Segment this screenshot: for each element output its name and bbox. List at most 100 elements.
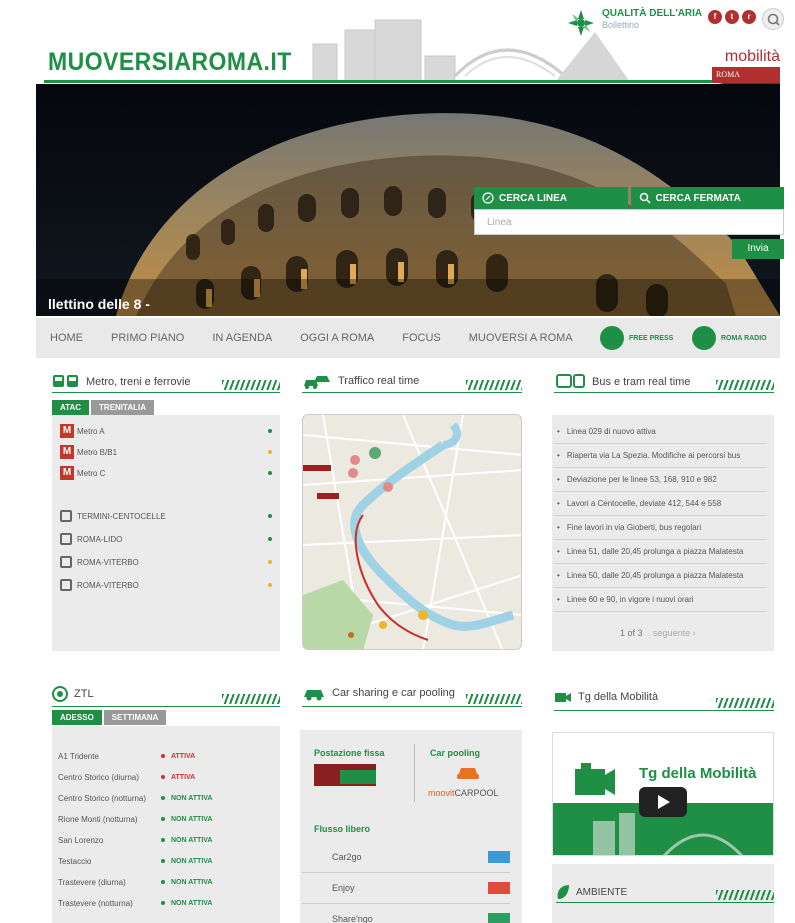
tab-settimana[interactable]: SETTIMANA xyxy=(103,710,167,725)
ztl-status-text: NON ATTIVA xyxy=(171,899,213,907)
ztl-status: NON ATTIVA xyxy=(161,858,212,865)
video-camera-icon xyxy=(555,693,571,702)
bus-news-list: Linea 029 di nuovo attivaRiaperta via La… xyxy=(554,420,766,612)
ztl-status-text: NON ATTIVA xyxy=(171,878,213,886)
nav-home[interactable]: HOME xyxy=(50,332,83,344)
bus-news-item[interactable]: Lavori a Centocelle, deviate 412, 544 e … xyxy=(554,492,766,516)
railway-row[interactable]: ROMA-LIDO xyxy=(60,533,272,545)
ztl-row[interactable]: Centro Storico (notturna) NON ATTIVA xyxy=(58,788,278,808)
moovit-carpool-logo[interactable]: moovitCARPOOL xyxy=(428,788,499,798)
nav-primo-piano[interactable]: PRIMO PIANO xyxy=(111,332,184,344)
carsharing-service-row[interactable]: Enjoy xyxy=(302,873,510,904)
metro-line-row[interactable]: M Metro A xyxy=(60,424,272,438)
ztl-zone-name: Rione Monti (notturna) xyxy=(58,814,138,824)
railway-row[interactable]: ROMA-VITERBO xyxy=(60,556,272,568)
pager-next-link[interactable]: seguente › xyxy=(653,628,696,638)
line-search-input[interactable]: Linea xyxy=(474,209,784,235)
ztl-row[interactable]: Trastevere (diurna) NON ATTIVA xyxy=(58,872,278,892)
bus-news-item[interactable]: Linee 60 e 90, in vigore i nuovi orari xyxy=(554,588,766,612)
ztl-section-title: ZTL xyxy=(74,688,94,700)
ambiente-section-title: AMBIENTE xyxy=(576,886,628,898)
bus-news-item[interactable]: Deviazione per le linee 53, 168, 910 e 9… xyxy=(554,468,766,492)
railway-label: TERMINI-CENTOCELLE xyxy=(77,511,166,521)
tab-trenitalia[interactable]: TRENITALIA xyxy=(91,400,154,415)
metro-tabs: ATAC TRENITALIA xyxy=(52,400,154,415)
submit-button[interactable]: Invia xyxy=(732,239,784,259)
status-dot xyxy=(268,560,272,564)
orange-car-icon xyxy=(457,768,479,779)
section-underline xyxy=(554,392,774,393)
carsharing-service-row[interactable]: Share'ngo xyxy=(302,904,510,923)
rss-icon[interactable]: r xyxy=(742,10,756,24)
metro-line-row[interactable]: M Metro C xyxy=(60,466,272,480)
air-quality-widget[interactable]: QUALITÀ DELL'ARIA Bollettino xyxy=(566,8,702,38)
ztl-icon xyxy=(52,686,68,702)
carsharing-logo-band xyxy=(340,770,376,784)
tg-video-player[interactable]: Tg della Mobilità xyxy=(552,732,774,856)
bus-news-item[interactable]: Riaperta via La Spezia. Modifiche ai per… xyxy=(554,444,766,468)
bus-news-item[interactable]: Linea 51, dalle 20,45 prolunga a piazza … xyxy=(554,540,766,564)
status-dot xyxy=(161,775,165,779)
railway-label: ROMA-VITERBO xyxy=(77,557,139,567)
facebook-icon[interactable]: f xyxy=(708,10,722,24)
cars-icon xyxy=(304,376,330,389)
ztl-row[interactable]: Testaccio NON ATTIVA xyxy=(58,851,278,871)
status-dot xyxy=(268,429,272,433)
nav-oggi-a-roma[interactable]: OGGI A ROMA xyxy=(300,332,374,344)
status-dot xyxy=(268,537,272,541)
section-hatch xyxy=(466,694,522,704)
ztl-zone-name: A1 Tridente xyxy=(58,751,99,761)
roma-radio-button[interactable]: ROMA RADIO xyxy=(692,326,767,350)
nav-in-agenda[interactable]: IN AGENDA xyxy=(212,332,272,344)
column-divider xyxy=(414,744,415,802)
section-hatch xyxy=(716,890,774,900)
tab-adesso[interactable]: ADESSO xyxy=(52,710,102,725)
bus-news-item[interactable]: Linea 50, dalle 20,45 prolunga a piazza … xyxy=(554,564,766,588)
tab-atac[interactable]: ATAC xyxy=(52,400,90,415)
railway-label: ROMA-VITERBO xyxy=(77,580,139,590)
tg-video-title: Tg della Mobilità xyxy=(639,765,757,782)
status-dot xyxy=(161,859,165,863)
ztl-row[interactable]: San Lorenzo NON ATTIVA xyxy=(58,830,278,850)
bus-section-title: Bus e tram real time xyxy=(592,376,691,388)
play-button[interactable] xyxy=(639,787,687,817)
ztl-row[interactable]: A1 Tridente ATTIVA xyxy=(58,746,278,766)
roma-carsharing-logo[interactable] xyxy=(314,764,376,786)
railway-row[interactable]: TERMINI-CENTOCELLE xyxy=(60,510,272,522)
fixed-station-label: Postazione fissa xyxy=(314,748,385,758)
tg-section-header: Tg della Mobilità xyxy=(554,690,658,704)
ztl-row[interactable]: Trastevere (notturna) NON ATTIVA xyxy=(58,893,278,913)
hero-ticker-title[interactable]: llettino delle 8 - xyxy=(48,296,150,312)
traffic-section-title: Traffico real time xyxy=(338,375,420,387)
carsharing-service-name: Car2go xyxy=(332,852,362,862)
twitter-icon[interactable]: t xyxy=(725,10,739,24)
bus-news-item[interactable]: Linea 029 di nuovo attiva xyxy=(554,420,766,444)
traffic-map[interactable] xyxy=(302,414,522,650)
railway-row[interactable]: ROMA-VITERBO xyxy=(60,579,272,591)
mobilita-roma-text: ROMA xyxy=(716,70,741,79)
headphones-icon xyxy=(692,326,716,350)
ztl-status: ATTIVA xyxy=(161,753,195,760)
section-underline xyxy=(52,392,280,393)
site-logo[interactable]: MUOVERSIAROMA.IT xyxy=(48,48,292,77)
ztl-row[interactable]: Rione Monti (notturna) NON ATTIVA xyxy=(58,809,278,829)
carsharing-service-row[interactable]: Car2go xyxy=(302,842,510,873)
bus-news-item[interactable]: Fine lavori in via Gioberti, bus regolar… xyxy=(554,516,766,540)
metro-line-row[interactable]: M Metro B/B1 xyxy=(60,445,272,459)
play-icon xyxy=(658,795,670,809)
bus-section-header: Bus e tram real time xyxy=(556,374,690,390)
status-dot xyxy=(268,583,272,587)
nav-focus[interactable]: FOCUS xyxy=(402,332,441,344)
ztl-row[interactable]: Centro Storico (diurna) ATTIVA xyxy=(58,767,278,787)
section-hatch xyxy=(222,694,280,704)
metro-section-header: Metro, treni e ferrovie xyxy=(52,374,191,390)
status-dot xyxy=(268,514,272,518)
free-floating-label: Flusso libero xyxy=(314,824,371,834)
search-icon[interactable] xyxy=(762,8,784,30)
status-dot xyxy=(161,838,165,842)
tab-cerca-linea[interactable]: CERCA LINEA xyxy=(474,187,628,209)
nav-muoversi-a-roma[interactable]: MUOVERSI A ROMA xyxy=(469,332,573,344)
free-press-button[interactable]: FREE PRESS xyxy=(600,326,673,350)
ztl-status: NON ATTIVA xyxy=(161,816,212,823)
tab-cerca-fermata[interactable]: CERCA FERMATA xyxy=(630,187,784,209)
